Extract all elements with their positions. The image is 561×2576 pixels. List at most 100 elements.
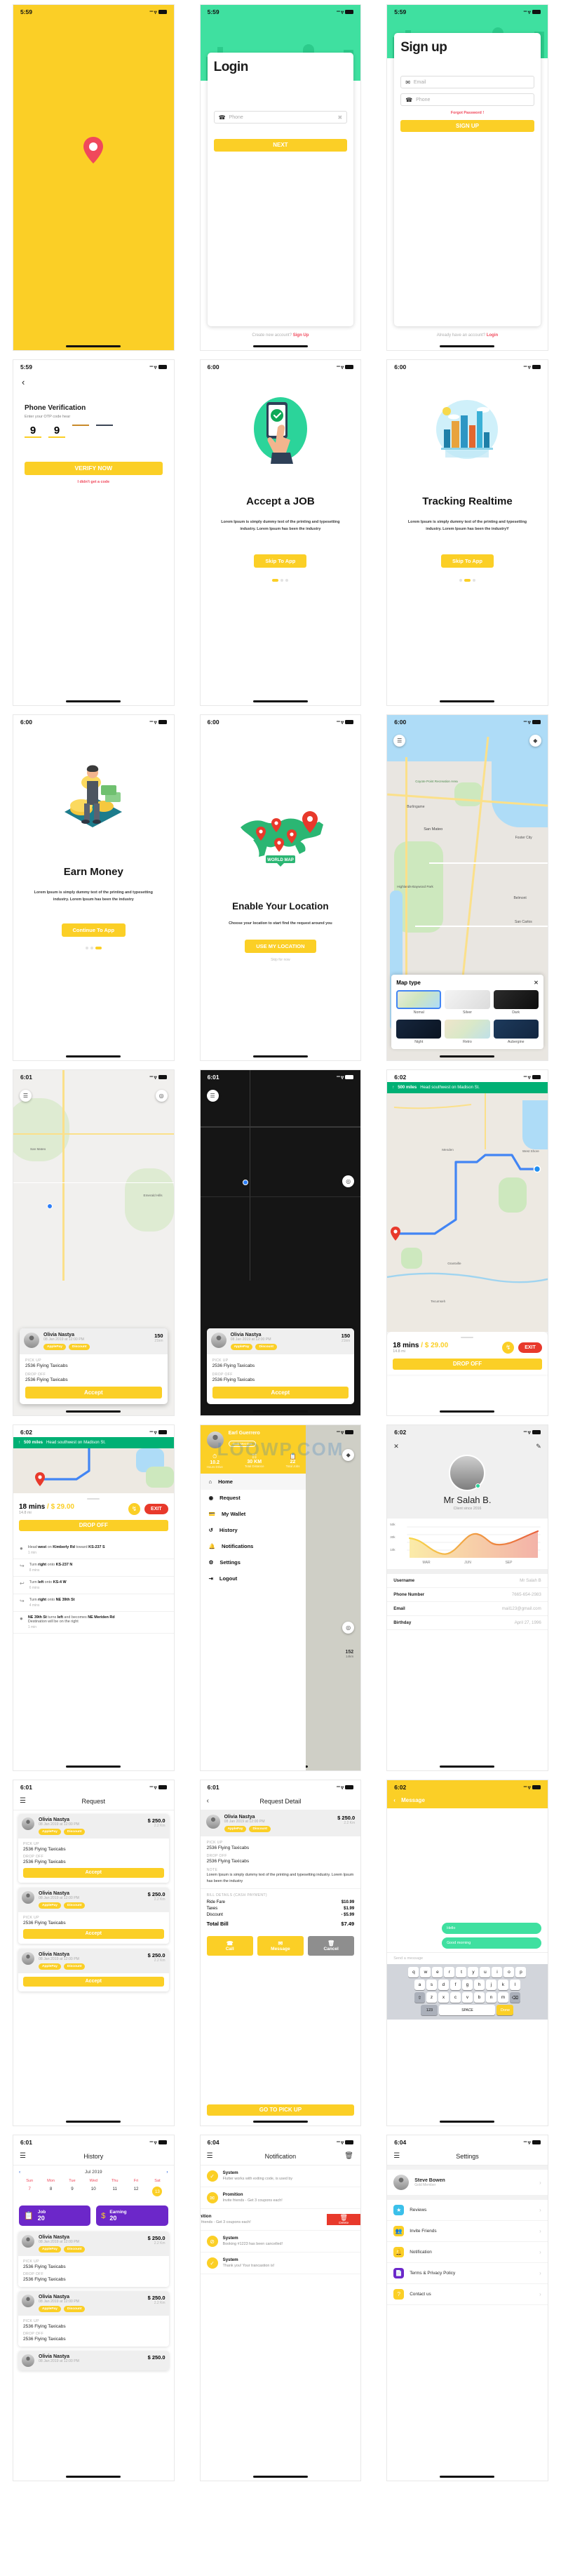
keyboard[interactable]: q w e r t y u i o p a s d f g h j k l ⇧ … bbox=[387, 1964, 548, 2020]
email-input[interactable]: ✉ Email bbox=[400, 76, 534, 88]
list-item[interactable]: Olivia Nastya 08 Jan 2019 at 12:00 PM Ap… bbox=[18, 2231, 169, 2287]
settings-item-contact[interactable]: ? Contact us › bbox=[387, 2284, 548, 2305]
map-type-option-normal[interactable]: Nomal bbox=[396, 990, 442, 1015]
list-item[interactable]: Olivia Nastya 08 Jan 2019 at 12:00 PM Ap… bbox=[18, 1814, 169, 1883]
locate-button[interactable]: ◎ bbox=[342, 1622, 355, 1634]
key[interactable]: r bbox=[444, 1967, 455, 1977]
layers-button[interactable]: ◆ bbox=[529, 735, 541, 747]
calendar-day[interactable]: 11 bbox=[104, 2184, 126, 2198]
skip-to-app-button[interactable]: Skip To App bbox=[441, 554, 494, 568]
page-dots[interactable] bbox=[13, 946, 174, 949]
key[interactable]: v bbox=[461, 1992, 473, 2003]
stat-card-job[interactable]: 📋 Job 20 bbox=[19, 2205, 91, 2226]
signup-link[interactable]: Sign Up bbox=[293, 333, 309, 338]
calendar-day-selected[interactable]: 13 bbox=[147, 2184, 168, 2198]
list-item[interactable]: Olivia Nastya 08 Jan 2019 at 12:00 PM Ap… bbox=[18, 1888, 169, 1944]
key[interactable]: u bbox=[480, 1967, 491, 1977]
list-item[interactable]: ⊘ System Booking #1223 has been cancelle… bbox=[200, 2231, 361, 2253]
calendar[interactable]: ‹ Jul 2019 › Sun Mon Tue Wed Thu Fri Sat… bbox=[13, 2165, 174, 2203]
calendar-day[interactable]: 12 bbox=[126, 2184, 147, 2198]
key[interactable]: p bbox=[515, 1967, 527, 1977]
accept-button[interactable]: Accept bbox=[23, 1929, 164, 1939]
send-key[interactable]: Done bbox=[496, 2005, 514, 2015]
dropoff-button[interactable]: DROP OFF bbox=[393, 1359, 542, 1370]
key[interactable]: j bbox=[485, 1980, 496, 1990]
key[interactable]: c bbox=[450, 1992, 461, 2003]
menu-button[interactable]: ☰ bbox=[206, 1090, 219, 1102]
route-options-button[interactable]: ↯ bbox=[128, 1503, 141, 1515]
key[interactable]: e bbox=[432, 1967, 443, 1977]
list-item[interactable]: Olivia Nastya 08 Jan 2019 at 12:00 PM $ … bbox=[18, 2351, 169, 2370]
drawer-item-notifications[interactable]: 🔔 Notifications bbox=[201, 1538, 306, 1554]
settings-profile-row[interactable]: Steve Bowen Gold Member › bbox=[387, 2170, 548, 2196]
key[interactable]: a bbox=[414, 1980, 425, 1990]
key[interactable]: y bbox=[468, 1967, 479, 1977]
cancel-button[interactable]: 🗑 Cancel bbox=[308, 1936, 355, 1956]
prev-month-button[interactable]: ‹ bbox=[19, 2170, 20, 2175]
page-dots[interactable] bbox=[201, 578, 361, 582]
forgot-password-link[interactable]: Forgot Password ! bbox=[400, 111, 534, 115]
verify-button[interactable]: VERIFY NOW bbox=[25, 462, 163, 475]
phone-input[interactable]: ☎ Phone bbox=[400, 93, 534, 106]
key[interactable]: i bbox=[492, 1967, 503, 1977]
list-item[interactable]: ✉ Promition Invite friends - Get 3 coupo… bbox=[200, 2187, 361, 2209]
message-button[interactable]: ✉ Message bbox=[257, 1936, 304, 1956]
skip-for-now-link[interactable]: Skip for now bbox=[201, 958, 361, 962]
direction-step[interactable]: ↩ Turn left onto KS-4 W 6 mins bbox=[13, 1577, 174, 1594]
skip-to-app-button[interactable]: Skip To App bbox=[254, 554, 307, 568]
drawer-item-settings[interactable]: ⚙ Settings bbox=[201, 1554, 306, 1570]
key[interactable]: h bbox=[473, 1980, 485, 1990]
key[interactable]: g bbox=[461, 1980, 473, 1990]
exit-button[interactable]: EXIT bbox=[144, 1504, 168, 1514]
accept-button[interactable]: Accept bbox=[23, 1868, 164, 1878]
key[interactable]: t bbox=[456, 1967, 467, 1977]
backspace-key[interactable]: ⌫ bbox=[509, 1992, 520, 2003]
layers-button[interactable]: ◆ bbox=[342, 1449, 355, 1461]
list-item[interactable]: ✓ System Flutter works with exiting code… bbox=[200, 2165, 361, 2187]
back-button[interactable]: ‹ bbox=[13, 372, 174, 393]
drag-handle[interactable] bbox=[87, 1498, 100, 1500]
use-my-location-button[interactable]: USE MY LOCATION bbox=[245, 940, 316, 954]
key[interactable]: l bbox=[509, 1980, 520, 1990]
next-button[interactable]: NEXT bbox=[213, 139, 348, 152]
route-options-button[interactable]: ↯ bbox=[502, 1342, 515, 1354]
locate-button[interactable]: ◎ bbox=[155, 1090, 168, 1102]
key[interactable]: w bbox=[420, 1967, 431, 1977]
direction-step[interactable]: ↪ Turn right onto NE 39th St 4 mins bbox=[13, 1594, 174, 1612]
space-key[interactable]: SPACE bbox=[439, 2005, 496, 2015]
key[interactable]: d bbox=[438, 1980, 449, 1990]
resend-code-link[interactable]: I didn't get a code bbox=[25, 480, 163, 484]
dropoff-button[interactable]: DROP OFF bbox=[19, 1520, 168, 1531]
otp-digit-1[interactable]: 9 bbox=[25, 425, 41, 436]
delete-all-icon[interactable]: 🗑 bbox=[344, 2152, 354, 2160]
direction-step[interactable]: ↪ Turn right onto KS-237 N8 mins bbox=[13, 1559, 174, 1577]
key[interactable]: k bbox=[497, 1980, 508, 1990]
close-icon[interactable]: ✕ bbox=[393, 1443, 399, 1450]
menu-icon[interactable]: ☰ bbox=[393, 2152, 403, 2160]
calendar-day[interactable]: 7 bbox=[19, 2184, 40, 2198]
calendar-day[interactable]: 8 bbox=[40, 2184, 61, 2198]
delete-button[interactable]: 🗑 Delete bbox=[327, 2214, 361, 2225]
settings-item-invite[interactable]: 👥 Invite Friends › bbox=[387, 2221, 548, 2242]
drawer-item-wallet[interactable]: 💳 My Wallet bbox=[201, 1506, 306, 1522]
direction-step[interactable]: ● Head west on Kimberly Rd toward KS-237… bbox=[13, 1542, 174, 1559]
accept-button[interactable]: Accept bbox=[23, 1977, 164, 1987]
phone-input[interactable]: ☎ Phone ✖ bbox=[213, 111, 348, 124]
calendar-day[interactable]: 9 bbox=[62, 2184, 83, 2198]
otp-digit-2[interactable]: 9 bbox=[48, 425, 65, 436]
list-item[interactable]: Olivia Nastya 08 Jan 2019 at 12:00 PM Ap… bbox=[18, 1949, 169, 1991]
continue-to-app-button[interactable]: Continue To App bbox=[61, 923, 126, 937]
key[interactable]: s bbox=[426, 1980, 437, 1990]
drawer-item-history[interactable]: ↺ History bbox=[201, 1522, 306, 1538]
drawer-item-logout[interactable]: ⇥ Logout bbox=[201, 1570, 306, 1587]
key[interactable]: x bbox=[438, 1992, 449, 2003]
accept-button[interactable]: Accept bbox=[25, 1387, 162, 1399]
login-link[interactable]: Login bbox=[487, 333, 498, 338]
key[interactable]: q bbox=[408, 1967, 419, 1977]
key[interactable]: z bbox=[426, 1992, 437, 2003]
shift-key[interactable]: ⇧ bbox=[414, 1992, 425, 2003]
map-type-option-retro[interactable]: Retro bbox=[445, 1020, 490, 1044]
exit-button[interactable]: EXIT bbox=[518, 1342, 542, 1353]
key[interactable]: f bbox=[450, 1980, 461, 1990]
locate-button[interactable]: ◎ bbox=[342, 1175, 355, 1187]
